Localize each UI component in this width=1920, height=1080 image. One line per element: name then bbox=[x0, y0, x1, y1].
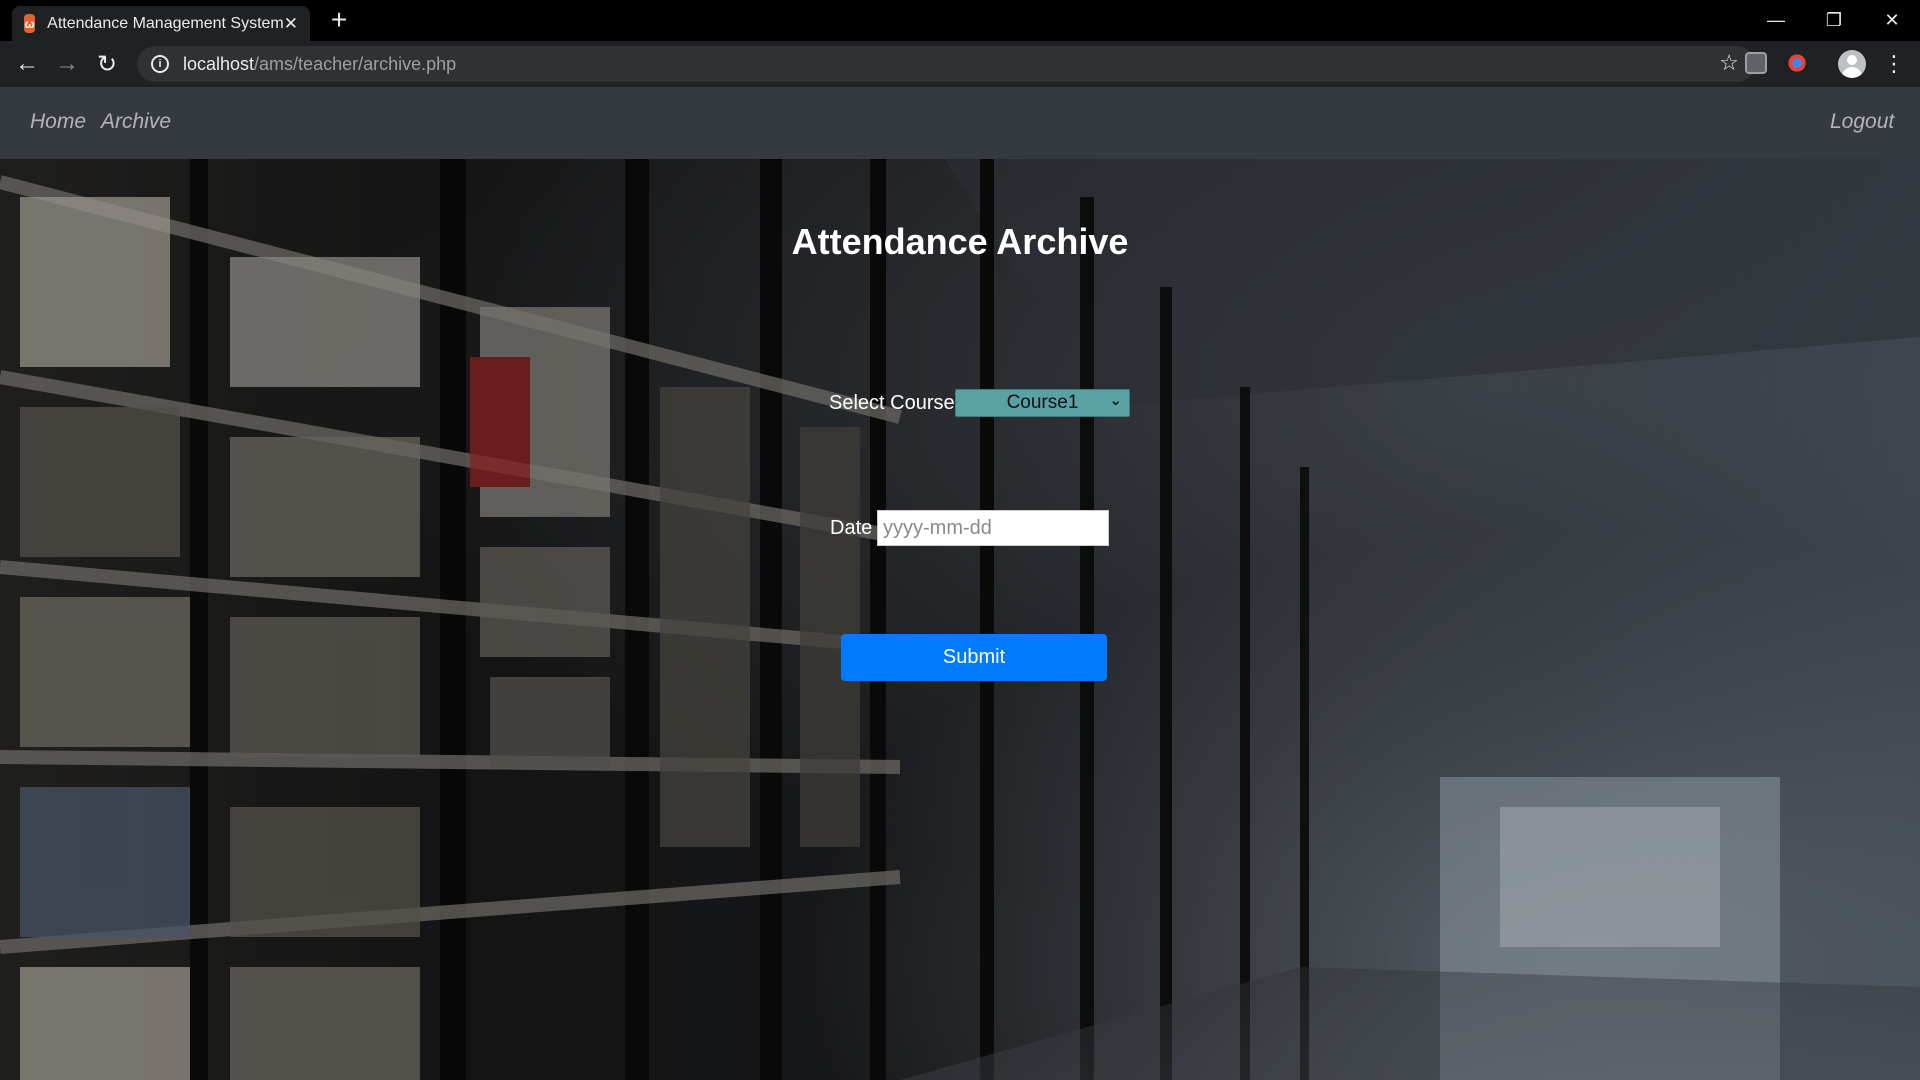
nav-home-link[interactable]: Home bbox=[30, 110, 86, 134]
close-window-button[interactable]: ✕ bbox=[1864, 4, 1920, 36]
submit-button[interactable]: Submit bbox=[841, 634, 1107, 681]
bookmark-star-icon[interactable]: ☆ bbox=[1719, 50, 1739, 76]
chevron-down-icon: ⌄ bbox=[1109, 392, 1122, 409]
browser-toolbar: ← → ↻ i localhost /ams/teacher/archive.p… bbox=[0, 41, 1920, 87]
minimize-button[interactable]: — bbox=[1748, 4, 1804, 36]
archive-form-area: Attendance Archive Select Course Course1… bbox=[0, 87, 1920, 1080]
site-navbar: Home Archive Logout bbox=[0, 87, 1920, 159]
favicon-icon: ω bbox=[24, 14, 36, 33]
new-tab-button[interactable]: + bbox=[324, 6, 354, 36]
page-viewport: Home Archive Logout Attendance Archive S… bbox=[0, 87, 1920, 1080]
page-title: Attendance Archive bbox=[791, 221, 1129, 262]
extension-color-icon[interactable] bbox=[1786, 52, 1808, 74]
reload-button[interactable]: ↻ bbox=[91, 48, 123, 80]
browser-menu-icon[interactable]: ⋮ bbox=[1882, 48, 1906, 80]
url-path: /ams/teacher/archive.php bbox=[254, 53, 457, 74]
course-select[interactable]: Course1 ⌄ bbox=[955, 389, 1130, 417]
forward-button[interactable]: → bbox=[51, 48, 83, 80]
browser-tab[interactable]: ω Attendance Management System ✕ bbox=[12, 6, 310, 41]
back-button[interactable]: ← bbox=[11, 48, 43, 80]
nav-archive-link[interactable]: Archive bbox=[101, 110, 171, 134]
date-input[interactable]: yyyy-mm-dd bbox=[877, 510, 1109, 546]
course-selected-value: Course1 bbox=[1006, 392, 1079, 413]
date-placeholder: yyyy-mm-dd bbox=[883, 516, 992, 539]
tab-close-icon[interactable]: ✕ bbox=[284, 14, 298, 34]
course-label: Select Course bbox=[829, 392, 955, 414]
date-label: Date bbox=[830, 517, 873, 539]
extension-icon[interactable] bbox=[1745, 52, 1767, 74]
url-host: localhost bbox=[183, 53, 255, 74]
nav-logout-link[interactable]: Logout bbox=[1830, 110, 1894, 134]
restore-button[interactable]: ❐ bbox=[1806, 4, 1862, 36]
tab-title: Attendance Management System bbox=[47, 14, 284, 32]
site-info-icon[interactable]: i bbox=[151, 55, 169, 73]
address-bar[interactable]: i localhost /ams/teacher/archive.php ☆ bbox=[137, 46, 1755, 82]
profile-avatar-icon[interactable] bbox=[1838, 50, 1866, 78]
browser-tab-strip: ω Attendance Management System ✕ + — ❐ ✕ bbox=[0, 0, 1920, 41]
